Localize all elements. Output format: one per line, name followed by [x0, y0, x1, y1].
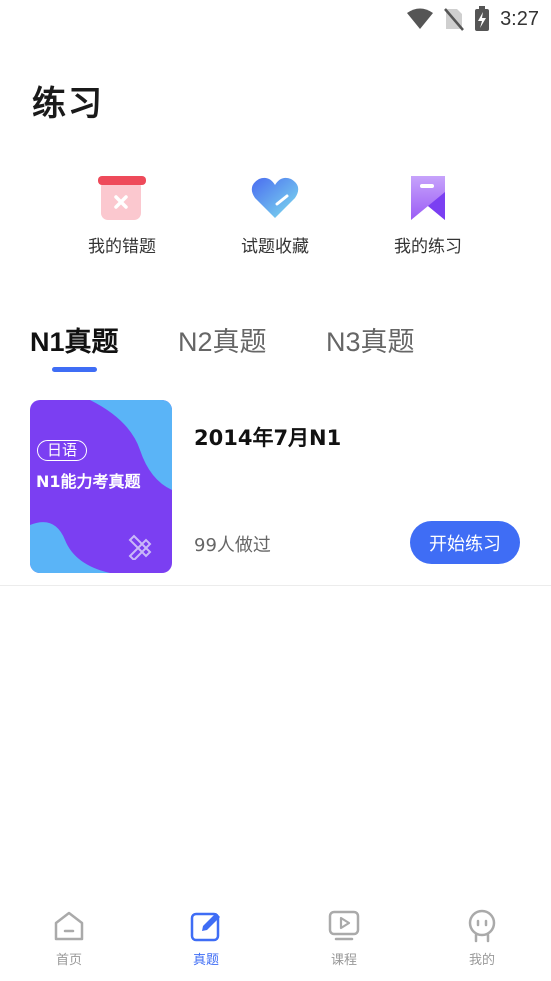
exam-level-tabs: N1真题 N2真题 N3真题 [0, 320, 551, 380]
divider [0, 585, 551, 586]
exam-participant-count: 99人做过 [194, 535, 271, 556]
quick-action-label: 试题收藏 [241, 237, 309, 257]
video-course-icon [328, 910, 360, 941]
status-bar: 3:27 [0, 0, 551, 38]
favorites-heart-icon [251, 177, 299, 218]
edit-icon [190, 912, 220, 942]
nav-label: 我的 [468, 953, 495, 968]
battery-charging-icon [475, 6, 490, 31]
nav-label: 课程 [330, 953, 357, 968]
wrong-questions-icon [98, 176, 146, 220]
profile-icon [468, 909, 496, 943]
tab-n3[interactable]: N3真题 [326, 320, 415, 359]
nav-label: 真题 [192, 953, 219, 968]
wifi-icon [407, 8, 434, 29]
quick-action-my-practice[interactable]: 我的练习 [353, 172, 503, 257]
cover-title: N1能力考真题 [36, 472, 141, 491]
quick-action-wrong-questions[interactable]: 我的错题 [47, 172, 197, 257]
quick-actions: 我的错题 试题收藏 我的练习 [0, 172, 551, 262]
start-practice-button[interactable]: 开始练习 [410, 521, 520, 564]
home-icon [54, 911, 84, 941]
page-title: 练习 [32, 84, 104, 124]
exam-card[interactable]: 日语 N1能力考真题 2014年7月N1 99人做过 开始练习 [30, 400, 525, 575]
tab-n2[interactable]: N2真题 [178, 320, 267, 359]
exam-title: 2014年7月N1 [194, 426, 342, 450]
quick-action-label: 我的错题 [88, 237, 156, 257]
bottom-nav: 首页 真题 课程 我的 [0, 897, 551, 981]
pencil-ruler-icon [128, 534, 152, 560]
quick-action-favorites[interactable]: 试题收藏 [200, 172, 350, 257]
nav-courses[interactable]: 课程 [304, 909, 384, 968]
status-icons: 3:27 [406, 5, 539, 33]
quick-action-label: 我的练习 [394, 237, 462, 257]
nav-profile[interactable]: 我的 [442, 909, 522, 968]
tab-indicator [52, 367, 97, 372]
no-sim-icon [444, 8, 465, 31]
exam-cover: 日语 N1能力考真题 [30, 400, 172, 573]
nav-home[interactable]: 首页 [29, 909, 109, 968]
status-time: 3:27 [500, 7, 539, 30]
cover-tag: 日语 [37, 440, 88, 461]
nav-exams[interactable]: 真题 [166, 909, 246, 968]
nav-label: 首页 [55, 953, 82, 968]
tab-n1[interactable]: N1真题 [30, 320, 119, 359]
bookmark-icon [411, 176, 445, 220]
